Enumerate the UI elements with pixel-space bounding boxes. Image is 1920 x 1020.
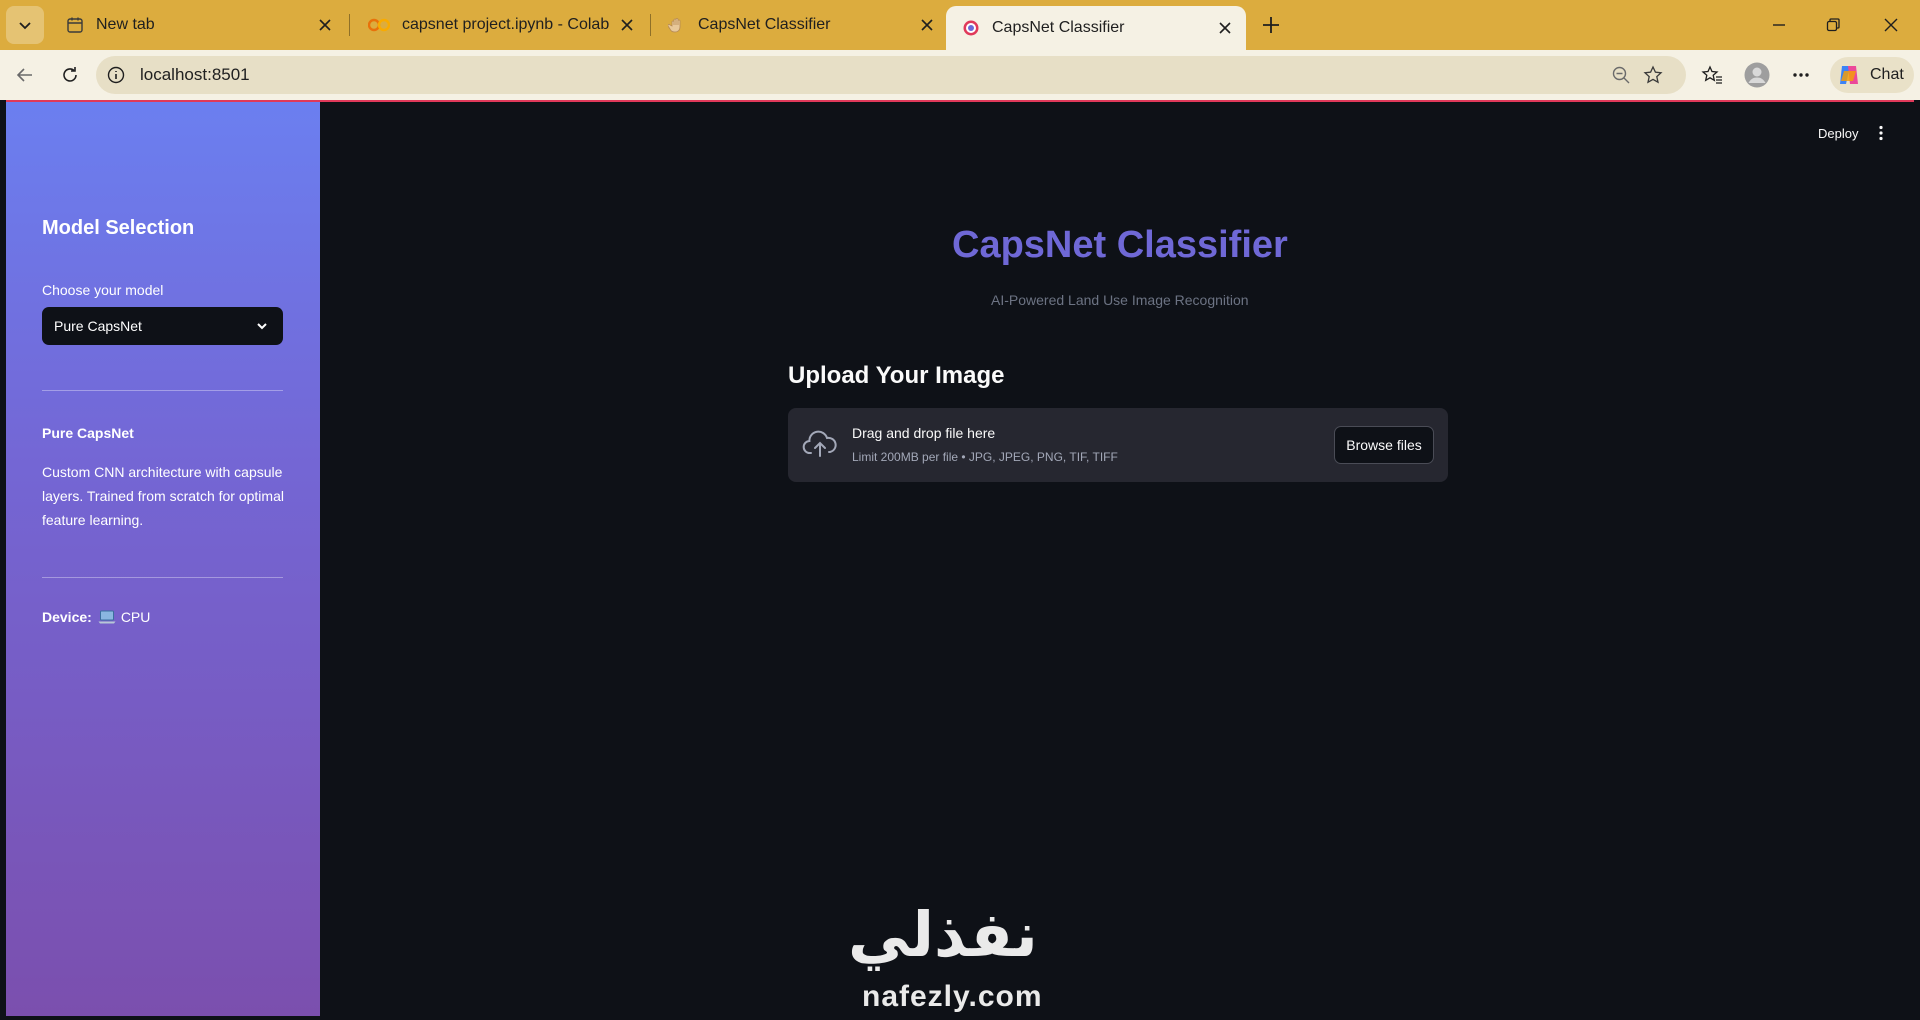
info-icon[interactable] bbox=[106, 65, 126, 85]
favorites-button[interactable] bbox=[1695, 58, 1729, 92]
arrow-left-icon bbox=[16, 68, 32, 82]
model-description: Custom CNN architecture with capsule lay… bbox=[42, 464, 284, 528]
page-subtitle: AI-Powered Land Use Image Recognition bbox=[991, 292, 1249, 308]
tab-capsnet-active[interactable]: CapsNet Classifier bbox=[946, 6, 1246, 50]
close-icon[interactable] bbox=[916, 14, 938, 36]
url-text[interactable]: localhost:8501 bbox=[140, 65, 250, 85]
device-value: CPU bbox=[120, 609, 151, 625]
device-info: Device: CPU bbox=[42, 609, 150, 625]
copilot-icon bbox=[1840, 66, 1858, 84]
tab-title: capsnet project.ipynb - Colab bbox=[402, 16, 610, 33]
sidebar-divider bbox=[42, 390, 283, 391]
model-select-value: Pure CapsNet bbox=[54, 318, 142, 334]
watermark-logo: نفذلي bbox=[848, 898, 1038, 971]
back-button[interactable] bbox=[8, 58, 42, 92]
dropzone-instructions: Drag and drop file here bbox=[852, 425, 996, 441]
avatar-icon bbox=[1744, 62, 1770, 88]
browser-address-bar: localhost:8501 Chat bbox=[0, 50, 1920, 100]
tab-colab[interactable]: capsnet project.ipynb - Colab bbox=[352, 6, 648, 44]
page-title: CapsNet Classifier bbox=[952, 224, 1288, 266]
reload-icon bbox=[63, 67, 77, 82]
deploy-button[interactable]: Deploy bbox=[1818, 126, 1858, 141]
reload-button[interactable] bbox=[53, 58, 87, 92]
chat-label: Chat bbox=[1870, 66, 1904, 83]
copilot-chat-button[interactable]: Chat bbox=[1830, 57, 1914, 93]
more-horizontal-icon bbox=[1793, 73, 1809, 77]
more-vertical-icon bbox=[1879, 125, 1883, 141]
close-icon[interactable] bbox=[616, 14, 638, 36]
minimize-button[interactable] bbox=[1762, 8, 1796, 42]
browser-tab-bar: New tab capsnet project.ipynb - Colab Ca… bbox=[0, 0, 1920, 50]
tab-separator bbox=[650, 14, 651, 36]
zoom-out-icon[interactable] bbox=[1604, 58, 1638, 92]
favorites-icon bbox=[1701, 65, 1722, 84]
minimize-icon bbox=[1773, 24, 1785, 26]
tab-new-tab[interactable]: New tab bbox=[50, 6, 346, 44]
dropzone-limit: Limit 200MB per file • JPG, JPEG, PNG, T… bbox=[852, 450, 1118, 464]
colab-icon bbox=[368, 18, 390, 32]
hand-icon bbox=[668, 18, 681, 33]
tab-actions-button[interactable] bbox=[6, 6, 44, 44]
tab-separator bbox=[349, 14, 350, 36]
tab-title: CapsNet Classifier bbox=[992, 19, 1125, 36]
chevron-down-icon bbox=[19, 22, 31, 30]
model-name: Pure CapsNet bbox=[42, 425, 134, 441]
restore-button[interactable] bbox=[1816, 8, 1850, 42]
cloud-upload-icon bbox=[802, 428, 838, 465]
new-tab-button[interactable] bbox=[1256, 10, 1286, 40]
file-dropzone[interactable]: Drag and drop file here Limit 200MB per … bbox=[788, 408, 1448, 482]
model-select[interactable]: Pure CapsNet bbox=[42, 307, 283, 345]
url-bar[interactable]: localhost:8501 bbox=[96, 56, 1686, 94]
sidebar-heading: Model Selection bbox=[42, 217, 195, 239]
close-window-button[interactable] bbox=[1874, 8, 1908, 42]
close-icon[interactable] bbox=[1214, 17, 1236, 39]
calendar-icon bbox=[67, 17, 83, 33]
sidebar-divider bbox=[42, 577, 283, 578]
chevron-down-icon bbox=[257, 323, 267, 330]
laptop-icon bbox=[98, 610, 116, 624]
sidebar: Model Selection Choose your model Pure C… bbox=[6, 102, 320, 1016]
browse-files-button[interactable]: Browse files bbox=[1334, 426, 1434, 464]
watermark-text: nafezly.com bbox=[862, 980, 1043, 1013]
upload-heading: Upload Your Image bbox=[788, 362, 1005, 389]
main-menu-button[interactable] bbox=[1868, 120, 1894, 146]
star-icon[interactable] bbox=[1636, 58, 1670, 92]
restore-icon bbox=[1826, 18, 1840, 32]
profile-button[interactable] bbox=[1740, 58, 1774, 92]
device-label: Device: bbox=[42, 609, 92, 625]
settings-more-button[interactable] bbox=[1784, 58, 1818, 92]
close-icon bbox=[1884, 18, 1898, 32]
plus-icon bbox=[1263, 17, 1279, 33]
close-icon[interactable] bbox=[314, 14, 336, 36]
tab-capsnet-1[interactable]: CapsNet Classifier bbox=[652, 6, 948, 44]
tab-title: CapsNet Classifier bbox=[698, 16, 831, 33]
app-viewport: Model Selection Choose your model Pure C… bbox=[6, 100, 1914, 1016]
tab-title: New tab bbox=[96, 16, 155, 33]
target-icon bbox=[963, 20, 979, 36]
model-select-label: Choose your model bbox=[42, 282, 164, 298]
